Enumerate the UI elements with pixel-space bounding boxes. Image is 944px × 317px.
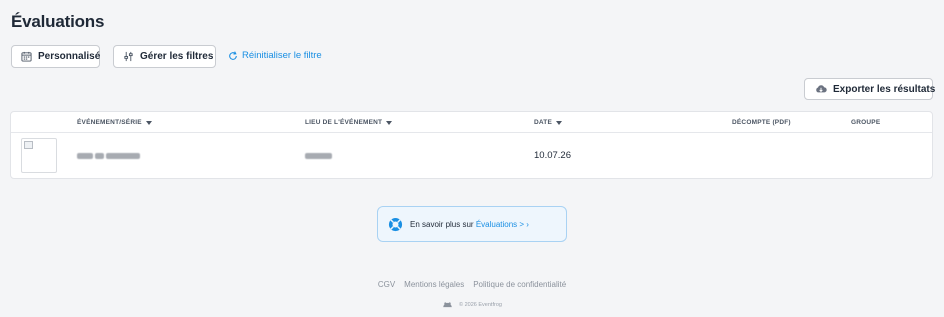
footer-link-cgv[interactable]: CGV <box>378 280 395 289</box>
custom-period-button[interactable]: Personnalisé <box>11 45 100 68</box>
event-thumbnail <box>21 138 57 173</box>
lifebuoy-icon <box>388 217 403 231</box>
event-date: 10.07.26 <box>534 150 571 161</box>
column-header-label: DÉCOMPTE (PDF) <box>732 119 791 126</box>
sliders-icon <box>124 51 133 62</box>
custom-period-label: Personnalisé <box>38 51 101 62</box>
export-results-label: Exporter les résultats <box>833 83 936 95</box>
column-header-count-pdf: DÉCOMPTE (PDF) <box>732 119 791 126</box>
evaluations-help-link[interactable]: Évaluations > <box>476 220 526 229</box>
info-text: En savoir plus sur Évaluations > › <box>410 220 529 229</box>
column-header-venue[interactable]: LIEU DE L'ÉVÉNEMENT <box>305 119 393 126</box>
sort-caret-icon <box>386 120 393 125</box>
copyright-text: © 2026 Eventfrog <box>459 302 502 308</box>
footer-link-legal-notice[interactable]: Mentions légales <box>404 280 464 289</box>
reset-filter-link[interactable]: Réinitialiser le filtre <box>228 50 322 61</box>
column-header-label: ÉVÉNEMENT/SÉRIE <box>77 119 142 126</box>
event-name-redacted[interactable] <box>77 152 140 160</box>
column-header-date[interactable]: DATE <box>534 119 563 126</box>
cloud-download-icon <box>816 85 827 93</box>
column-header-label: GROUPE <box>851 119 881 126</box>
info-banner: En savoir plus sur Évaluations > › <box>377 206 567 242</box>
sort-caret-icon <box>145 120 152 125</box>
table-header: ÉVÉNEMENT/SÉRIE LIEU DE L'ÉVÉNEMENT DATE… <box>11 112 932 133</box>
copyright: © 2026 Eventfrog <box>0 302 944 308</box>
footer-links: CGV Mentions légales Politique de confid… <box>0 280 944 289</box>
column-header-label: DATE <box>534 119 553 126</box>
venue-name-redacted <box>305 152 332 160</box>
column-header-label: LIEU DE L'ÉVÉNEMENT <box>305 119 383 126</box>
page-title: Évaluations <box>11 12 105 31</box>
sort-caret-icon <box>556 120 563 125</box>
refresh-icon <box>229 50 237 60</box>
manage-filters-label: Gérer les filtres <box>140 51 214 62</box>
chevron-right-icon: › <box>526 219 529 229</box>
column-header-group: GROUPE <box>851 119 880 126</box>
reset-filter-label: Réinitialiser le filtre <box>242 50 322 61</box>
calendar-icon <box>21 51 32 62</box>
column-header-event[interactable]: ÉVÉNEMENT/SÉRIE <box>77 119 152 126</box>
frog-logo-icon <box>443 302 452 308</box>
broken-image-icon <box>24 141 33 149</box>
manage-filters-button[interactable]: Gérer les filtres <box>113 45 216 68</box>
export-results-button[interactable]: Exporter les résultats <box>804 78 936 100</box>
results-table: ÉVÉNEMENT/SÉRIE LIEU DE L'ÉVÉNEMENT DATE… <box>10 111 933 179</box>
footer-link-privacy-policy[interactable]: Politique de confidentialité <box>473 280 566 289</box>
info-prefix: En savoir plus sur <box>410 219 476 229</box>
table-row[interactable]: 10.07.26 <box>11 133 932 179</box>
